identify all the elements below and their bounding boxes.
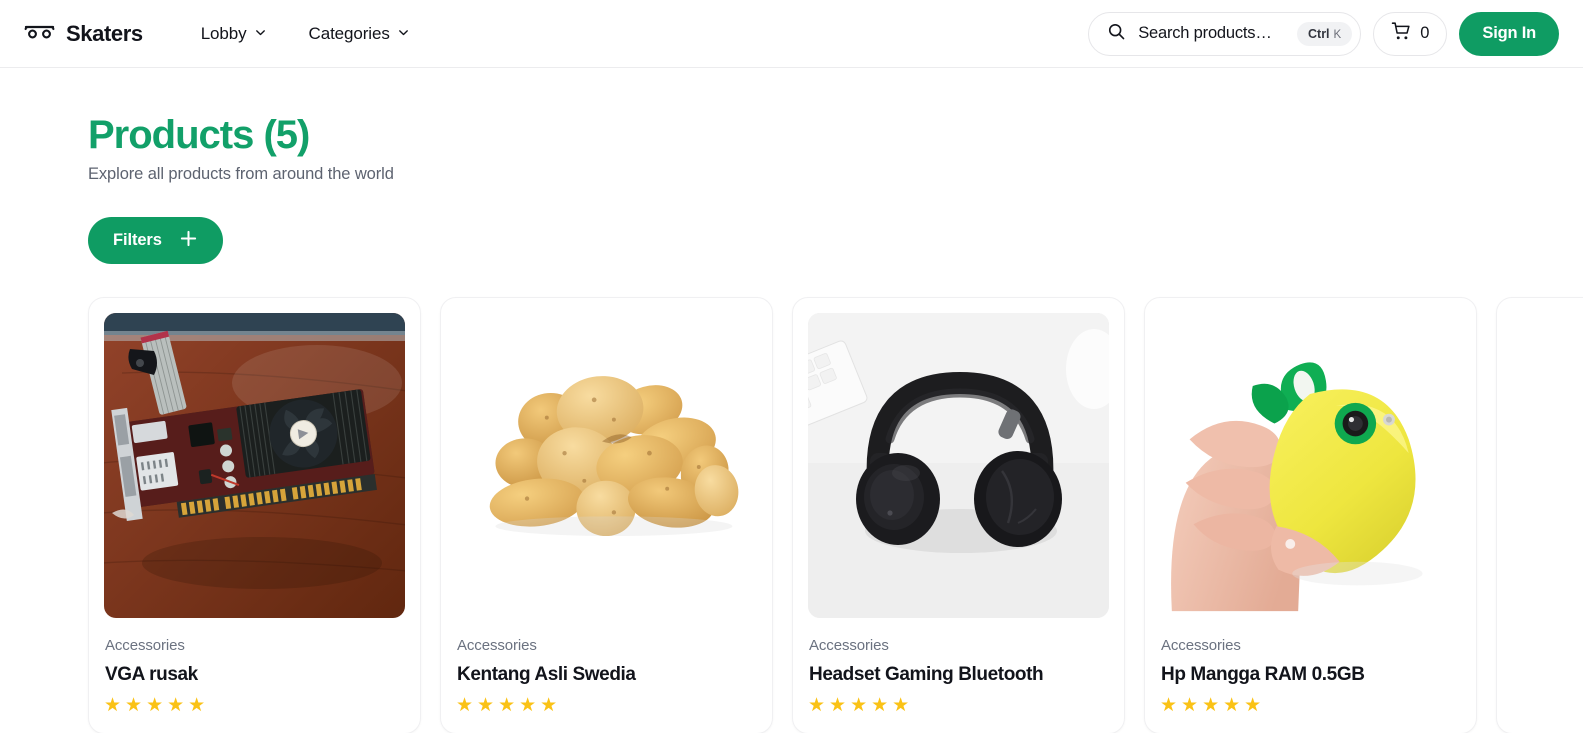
sign-in-button[interactable]: Sign In [1459,11,1559,56]
product-category: Accessories [105,637,185,655]
shortcut-modifier: Ctrl [1308,26,1330,41]
product-title: VGA rusak [105,664,198,686]
product-category: Accessories [809,637,889,655]
cart-count: 0 [1420,24,1430,42]
search-icon [1107,22,1126,46]
search-input[interactable]: Search products… Ctrl K [1088,11,1362,56]
product-card-partial[interactable] [1496,297,1583,733]
product-image-graphics-card [104,313,405,619]
brand-logo[interactable]: Skaters [24,21,143,47]
product-rating-stars: ★★★★★ [104,695,210,717]
search-shortcut-badge: Ctrl K [1297,21,1353,46]
product-image-headphones [808,313,1109,619]
cart-button[interactable]: 0 [1373,11,1448,56]
nav-item-categories[interactable]: Categories [309,24,410,44]
nav-item-categories-label: Categories [308,23,390,43]
product-card[interactable]: Accessories VGA rusak ★★★★★ [88,297,421,733]
search-placeholder-text: Search products… [1138,24,1272,42]
filters-button-label: Filters [113,231,162,250]
shortcut-key: K [1333,28,1342,41]
product-grid: Accessories VGA rusak ★★★★★ Accessories … [24,264,1583,733]
product-card[interactable]: Accessories Headset Gaming Bluetooth ★★★… [792,297,1125,733]
filters-row: Filters [24,184,1559,265]
product-image-mango-phone [1160,313,1461,619]
product-image-placeholder [1512,313,1583,619]
page-body: Products (5) Explore all products from a… [0,68,1583,733]
filters-button[interactable]: Filters [88,217,223,265]
product-category: Accessories [1161,637,1241,655]
product-title: Headset Gaming Bluetooth [809,664,1044,686]
plus-icon [179,229,198,253]
page-header: Products (5) Explore all products from a… [24,68,1559,184]
product-title: Hp Mangga RAM 0.5GB [1161,664,1365,686]
nav-item-lobby-label: Lobby [200,23,247,43]
primary-nav: Lobby Categories [201,24,410,44]
product-category: Accessories [457,637,537,655]
page-subtitle: Explore all products from around the wor… [88,165,394,184]
chevron-down-icon [254,24,267,44]
site-header: Skaters Lobby Categories Search products… [0,0,1583,68]
product-rating-stars: ★★★★★ [1160,695,1266,717]
shopping-cart-icon [1391,21,1412,47]
product-card[interactable]: Accessories Kentang Asli Swedia ★★★★★ [440,297,773,733]
chevron-down-icon [397,24,410,44]
header-actions: Search products… Ctrl K 0 Sign In [1088,11,1559,56]
product-title: Kentang Asli Swedia [457,664,636,686]
product-rating-stars: ★★★★★ [808,695,914,717]
product-card[interactable]: Accessories Hp Mangga RAM 0.5GB ★★★★★ [1144,297,1477,733]
brand-name: Skaters [66,20,143,46]
skateboard-icon [24,21,55,46]
product-image-potatoes [456,313,757,619]
page-title: Products (5) [88,113,310,157]
product-rating-stars: ★★★★★ [456,695,562,717]
nav-item-lobby[interactable]: Lobby [201,24,267,44]
